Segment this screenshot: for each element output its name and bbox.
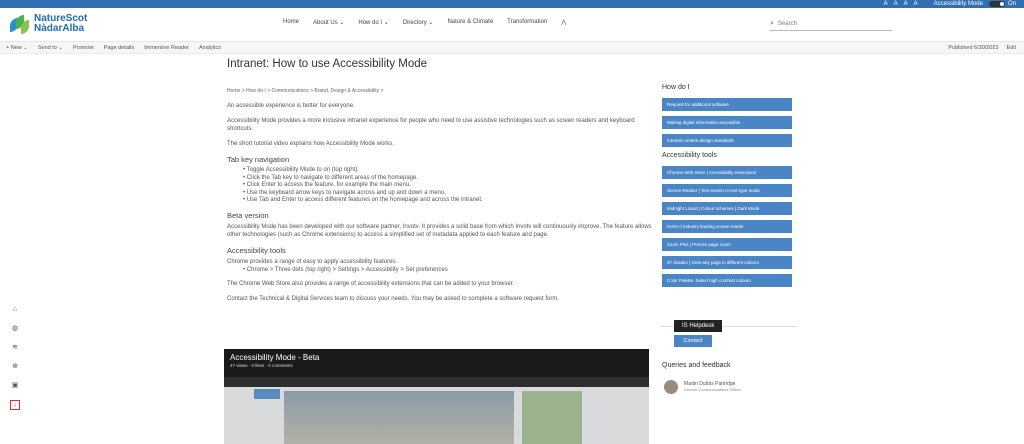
contact-person[interactable]: Martin Dubbs Partridge Internal Communic… bbox=[664, 380, 741, 394]
new-button[interactable]: + New ⌄ bbox=[6, 45, 28, 51]
site-header: NatureScot NàdarAlba Home About Us ⌄ How… bbox=[0, 8, 1024, 42]
naturescot-logo[interactable]: NatureScot NàdarAlba bbox=[8, 13, 87, 35]
nav-nature-climate[interactable]: Nature & Climate bbox=[447, 19, 493, 26]
tools-text: Chrome provides a range of easy to apply… bbox=[227, 258, 398, 265]
paragraph-2: The short tutorial video explains how Ac… bbox=[227, 141, 395, 147]
left-app-bar: ⌂ ◍ ≋ ⊕ ▣ i bbox=[10, 305, 22, 419]
toggle-state: On bbox=[1007, 1, 1016, 7]
queries-heading: Queries and feedback bbox=[662, 362, 731, 369]
command-bar: + New ⌄ Send to ⌄ Promote Page details I… bbox=[0, 42, 1024, 54]
feed-icon[interactable]: ≋ bbox=[10, 343, 20, 353]
tools-heading: Accessibility tools bbox=[662, 152, 717, 159]
tab-nav-list: Toggle Accessibility Mode to on (top rig… bbox=[227, 167, 652, 205]
video-thumbnail-side bbox=[522, 391, 582, 444]
search-box[interactable]: ⌕ Search bbox=[770, 17, 892, 31]
tool-link[interactable]: Screen Reader | Text screen to text-type… bbox=[662, 184, 792, 197]
immersive-reader-button[interactable]: Immersive Reader bbox=[144, 45, 189, 51]
link-additional-software[interactable]: Request for additional software bbox=[662, 98, 792, 111]
link-digital-info[interactable]: Making digital information accessible bbox=[662, 116, 792, 129]
video-thumbnail bbox=[284, 391, 514, 444]
files-icon[interactable]: ▣ bbox=[10, 381, 20, 391]
list-item: Chrome > Three dots (top right) > Settin… bbox=[243, 267, 652, 275]
tool-link[interactable]: Chrome Web Store | Accessibility extensi… bbox=[662, 166, 792, 179]
sites-icon[interactable]: ⊕ bbox=[10, 362, 20, 372]
search-placeholder: Search bbox=[777, 20, 797, 27]
is-helpdesk-label: IS Helpdesk bbox=[674, 320, 723, 332]
nav-how-do-i[interactable]: How do I ⌄ bbox=[358, 19, 388, 26]
list-item: Click Enter to access the feature, for e… bbox=[243, 182, 652, 190]
video-player[interactable]: Accessibility Mode - Beta 47 views · 0 l… bbox=[224, 349, 649, 444]
heading-tab-nav: Tab key navigation bbox=[227, 155, 290, 164]
search-icon: ⌕ bbox=[770, 19, 774, 27]
nav-directory[interactable]: Directory ⌄ bbox=[403, 19, 434, 26]
beta-text: Accessibility Mode has been developed wi… bbox=[227, 223, 652, 238]
accessibility-mode-label: Accessibility Mode bbox=[933, 1, 983, 7]
sidebar: How do I Request for additional software… bbox=[662, 84, 797, 292]
contact-button[interactable]: Contact bbox=[674, 335, 712, 347]
published-date: Published 6/30/2023 bbox=[948, 45, 999, 51]
promote-button[interactable]: Promote bbox=[73, 45, 94, 51]
logo-line2: NàdarAlba bbox=[34, 23, 85, 34]
video-frame bbox=[224, 377, 649, 444]
heading-tools: Accessibility tools bbox=[227, 245, 286, 255]
store-text: The Chrome Web Store also provides a ran… bbox=[227, 281, 515, 287]
tool-link[interactable]: Color Palette: Select high contrast colo… bbox=[662, 274, 792, 287]
logo-icon bbox=[8, 13, 30, 35]
page-details-button[interactable]: Page details bbox=[104, 45, 134, 51]
list-item: Use the keyboard arrow keys to navigate … bbox=[243, 190, 652, 198]
video-title: Accessibility Mode - Beta bbox=[230, 353, 320, 362]
analytics-button[interactable]: Analytics bbox=[199, 45, 221, 51]
edit-button[interactable]: Edit bbox=[1007, 45, 1016, 51]
font-size-a4[interactable]: A bbox=[914, 1, 918, 7]
accessibility-strip: A A A A Accessibility Mode On bbox=[0, 0, 1024, 8]
font-size-a3[interactable]: A bbox=[904, 1, 908, 7]
link-content-standards[interactable]: Intranet content design standards bbox=[662, 134, 792, 147]
font-size-a1[interactable]: A bbox=[884, 1, 888, 7]
accessibility-toggle[interactable] bbox=[988, 1, 1005, 7]
nav-home[interactable]: Home bbox=[283, 19, 299, 26]
paragraph-1: Accessibility Mode provides a more inclu… bbox=[227, 118, 635, 132]
intro-text: An accessible experience is better for e… bbox=[227, 103, 355, 109]
nav-about-us[interactable]: About Us ⌄ bbox=[313, 19, 344, 26]
person-role: Internal Communications Officer bbox=[684, 387, 742, 392]
howdoi-heading: How do I bbox=[662, 84, 690, 91]
tool-link[interactable]: Zoom Plus | Precise page zoom bbox=[662, 238, 792, 251]
tool-link[interactable]: NVDA | Industry leading screen reader bbox=[662, 220, 792, 233]
list-item: Use Tab and Enter to access different fe… bbox=[243, 197, 652, 205]
contact-text: Contact the Technical & Digital Services… bbox=[227, 296, 560, 302]
video-logo-icon bbox=[254, 389, 280, 399]
nav-transformation[interactable]: Transformation bbox=[507, 19, 547, 26]
send-to-button[interactable]: Send to ⌄ bbox=[38, 45, 63, 51]
tool-link[interactable]: 37 shades | View any page in different c… bbox=[662, 256, 792, 269]
main-content: Intranet: How to use Accessibility Mode … bbox=[227, 58, 652, 310]
avatar bbox=[664, 380, 678, 394]
heading-beta: Beta version bbox=[227, 210, 269, 220]
font-size-a2[interactable]: A bbox=[894, 1, 898, 7]
home-icon[interactable]: ⌂ bbox=[10, 305, 20, 315]
list-item: Click the Tab key to navigate to differe… bbox=[243, 175, 652, 183]
accessibility-icon[interactable]: i bbox=[10, 400, 20, 410]
main-nav: Home About Us ⌄ How do I ⌄ Directory ⌄ N… bbox=[283, 19, 580, 26]
list-item: Toggle Accessibility Mode to on (top rig… bbox=[243, 167, 652, 175]
nav-more-icon[interactable]: ⋀ bbox=[561, 19, 566, 26]
tool-link[interactable]: Midnight Lizard | Colour schemes | Dark … bbox=[662, 202, 792, 215]
globe-icon[interactable]: ◍ bbox=[10, 324, 20, 334]
breadcrumb[interactable]: Home > How do I > Communications > Brand… bbox=[227, 88, 652, 94]
video-meta: 47 views · 0 likes · 0 comments bbox=[230, 363, 293, 368]
tools-list: Chrome > Three dots (top right) > Settin… bbox=[227, 267, 652, 275]
page-title: Intranet: How to use Accessibility Mode bbox=[227, 58, 428, 70]
